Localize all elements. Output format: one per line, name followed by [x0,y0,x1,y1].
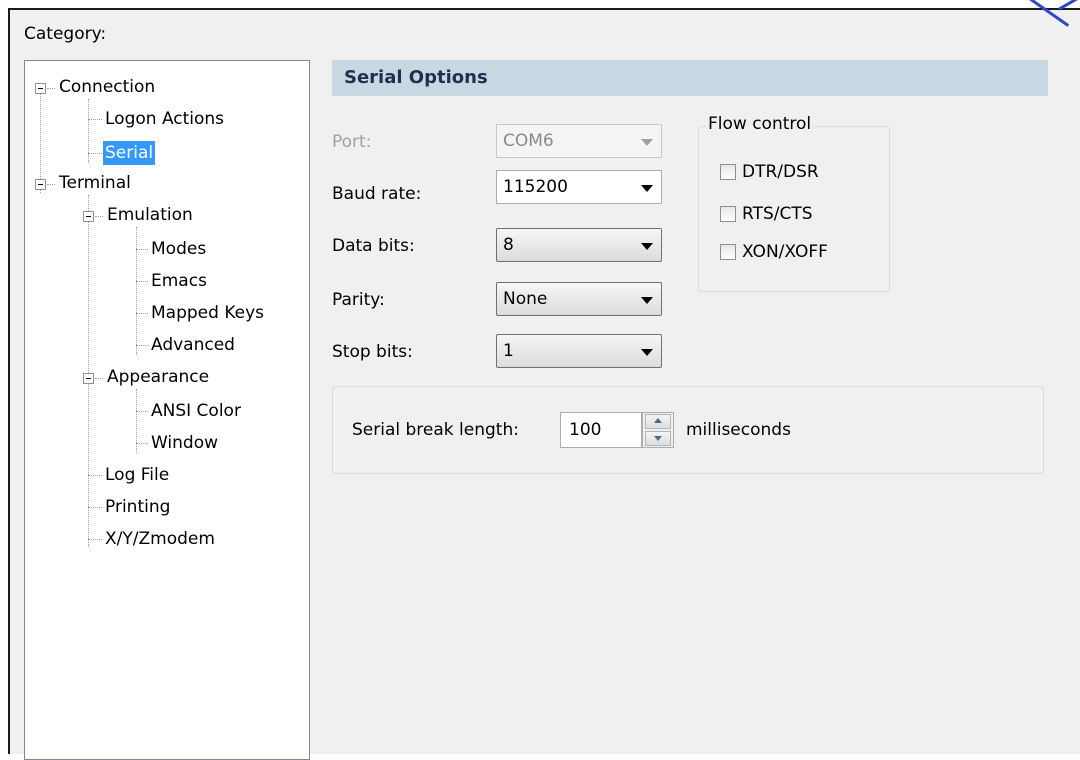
tree-item-label: Printing [105,497,171,517]
collapse-connection-icon[interactable] [35,83,46,94]
tree-item-label: ANSI Color [151,401,241,421]
tree-item-label: Window [151,433,219,453]
port-value: COM6 [503,131,554,151]
tree-item-label: X/Y/Zmodem [105,529,215,549]
dtr-dsr-checkbox[interactable] [720,164,736,180]
data-bits-dropdown[interactable]: 8 [496,228,662,262]
chevron-down-icon [641,349,653,356]
chevron-down-icon [641,297,653,304]
tree-item-label: Serial [103,141,156,165]
tree-item-logon-actions[interactable]: Logon Actions [103,107,226,131]
tree-item-modes[interactable]: Modes [149,237,208,261]
tree-item-label: Modes [151,239,207,259]
spin-up-icon[interactable] [645,414,671,429]
serial-break-input[interactable]: 100 [560,412,642,448]
tree-item-label: Advanced [151,335,235,355]
category-tree[interactable]: Connection Logon Actions Serial Terminal… [24,60,310,760]
tree-item-log-file[interactable]: Log File [103,463,171,487]
xon-xoff-checkbox-row[interactable]: XON/XOFF [720,240,828,264]
dtr-dsr-checkbox-row[interactable]: DTR/DSR [720,160,819,184]
serial-break-spinner[interactable] [642,412,674,448]
tree-item-xyzmodem[interactable]: X/Y/Zmodem [103,527,217,551]
port-combobox: COM6 [496,124,662,158]
dtr-dsr-label: DTR/DSR [742,162,819,182]
stop-bits-value: 1 [503,341,514,361]
chevron-down-icon [641,139,653,146]
tree-item-label: Terminal [59,173,131,193]
spin-down-icon[interactable] [645,431,671,446]
tree-item-label: Emulation [107,205,193,225]
xon-xoff-checkbox[interactable] [720,244,736,260]
port-label: Port: [332,132,372,152]
parity-value: None [503,289,548,309]
tree-item-label: Connection [59,77,156,97]
tree-item-advanced[interactable]: Advanced [149,333,237,357]
tree-item-window[interactable]: Window [149,431,220,455]
stop-bits-dropdown[interactable]: 1 [496,334,662,368]
chevron-down-icon[interactable] [641,185,653,192]
collapse-appearance-icon[interactable] [83,373,94,384]
rts-cts-checkbox[interactable] [720,206,736,222]
xon-xoff-label: XON/XOFF [742,242,828,262]
collapse-emulation-icon[interactable] [83,211,94,222]
parity-label: Parity: [332,290,385,310]
tree-item-emulation[interactable]: Emulation [105,203,195,227]
tree-item-label: Logon Actions [105,109,225,129]
tree-item-emacs[interactable]: Emacs [149,269,209,293]
flow-control-title: Flow control [706,114,814,134]
chevron-down-icon [641,243,653,250]
rts-cts-checkbox-row[interactable]: RTS/CTS [720,202,813,226]
data-bits-value: 8 [503,235,514,255]
rts-cts-label: RTS/CTS [742,204,813,224]
baud-rate-value: 115200 [503,177,568,197]
tree-item-terminal[interactable]: Terminal [57,171,133,195]
category-label: Category: [24,24,107,44]
decorative-line [1058,0,1080,11]
tree-item-label: Log File [105,465,170,485]
tree-item-label: Mapped Keys [151,303,264,323]
tree-item-mapped-keys[interactable]: Mapped Keys [149,301,266,325]
decorative-line [1018,0,1070,27]
baud-rate-combobox[interactable]: 115200 [496,170,662,204]
baud-rate-label: Baud rate: [332,184,422,204]
tree-item-label: Appearance [107,367,210,387]
units-label: milliseconds [686,420,791,440]
tree-item-appearance[interactable]: Appearance [105,365,211,389]
tree-item-label: Emacs [151,271,207,291]
collapse-terminal-icon[interactable] [35,179,46,190]
tree-item-serial[interactable]: Serial [103,141,156,165]
tree-item-ansi-color[interactable]: ANSI Color [149,399,243,423]
parity-dropdown[interactable]: None [496,282,662,316]
serial-break-label: Serial break length: [352,420,519,440]
stop-bits-label: Stop bits: [332,342,413,362]
tree-item-printing[interactable]: Printing [103,495,172,519]
data-bits-label: Data bits: [332,236,415,256]
tree-item-connection[interactable]: Connection [57,75,157,99]
section-header: Serial Options [332,60,1048,96]
